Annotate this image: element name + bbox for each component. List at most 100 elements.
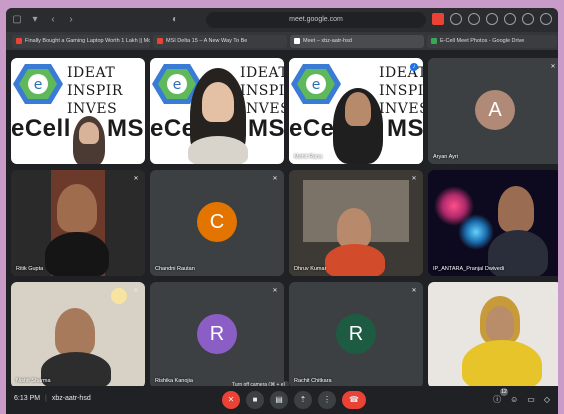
- logo-letter: e: [312, 77, 321, 93]
- download-icon[interactable]: [486, 13, 498, 25]
- logo-word: IDEAT: [67, 65, 116, 81]
- avatar: R: [336, 314, 376, 354]
- participant-name: Nishit Sharma: [16, 378, 51, 384]
- avatar: A: [475, 90, 515, 130]
- participant-grid: e IDEAT INSPIR INVES eCell MSIT e IDEAT …: [6, 50, 558, 388]
- ecell-logo-icon: e: [291, 64, 341, 104]
- participant-name: Ritik Gupta: [16, 266, 44, 272]
- participant-tile[interactable]: Nishit Sharma ✕: [11, 282, 145, 388]
- participant-name: Rachit Chitkara: [294, 378, 332, 384]
- participant-tile[interactable]: IP_ANTARA_Pranjal Dwivedi: [428, 170, 558, 276]
- mic-off-icon: ✕: [411, 288, 417, 294]
- tabs-overview-icon[interactable]: [540, 13, 552, 25]
- activities-icon[interactable]: ◇: [544, 395, 550, 405]
- tab-meet[interactable]: Meet – xbz-aatr-hsd: [290, 34, 424, 48]
- present-icon[interactable]: ⇡: [294, 391, 312, 409]
- logo-msit: MSIT: [387, 115, 423, 142]
- face: [202, 82, 234, 122]
- tab-strip: Finally Bought a Gaming Laptop Worth 1 L…: [6, 32, 558, 50]
- face: [498, 186, 534, 232]
- tab-label: Meet – xbz-aatr-hsd: [303, 37, 352, 44]
- mic-off-icon: ✕: [550, 288, 556, 294]
- mic-off-icon: ✕: [550, 64, 556, 70]
- chevron-down-icon[interactable]: ▾: [28, 13, 42, 27]
- mic-off-icon: ✕: [133, 288, 139, 294]
- mic-off-icon: ✕: [272, 288, 278, 294]
- logo-word: INSPIR: [379, 83, 423, 99]
- browser-window: ▢ ▾ ‹ › ◐ meet.google.com Finally Bought…: [6, 8, 558, 414]
- clock-time: 6:13 PM: [14, 395, 41, 402]
- avatar: R: [197, 314, 237, 354]
- logo-ecell: eCell: [11, 115, 71, 142]
- info-icon[interactable]: ⓘ: [493, 395, 501, 405]
- meet-icon: [294, 38, 300, 44]
- mic-off-icon: ✕: [133, 176, 139, 182]
- youtube-icon: [16, 38, 22, 44]
- participant-name: Chandni Rautan: [155, 266, 195, 272]
- copy-icon[interactable]: [504, 13, 516, 25]
- new-tab-icon[interactable]: [522, 13, 534, 25]
- url-field[interactable]: meet.google.com: [206, 12, 426, 28]
- logo-word: IDEAT: [240, 65, 284, 81]
- participant-tile[interactable]: R Rishika Kanojia ✕: [150, 282, 284, 388]
- logo-msit: MSIT: [248, 115, 284, 142]
- refresh-icon[interactable]: [450, 13, 462, 25]
- tab-label: Finally Bought a Gaming Laptop Worth 1 L…: [25, 37, 150, 44]
- mic-off-icon: ✕: [272, 176, 278, 182]
- participant-name: IP_ANTARA_Pranjal Dwivedi: [433, 266, 505, 272]
- participant-name: Dhruv Kumar: [294, 266, 327, 272]
- face: [55, 308, 95, 356]
- camera-icon[interactable]: ■: [246, 391, 264, 409]
- participant-tile[interactable]: Ritik Gupta ✕: [11, 170, 145, 276]
- lamp-background: [111, 288, 127, 304]
- face: [486, 306, 514, 340]
- participant-tile[interactable]: e IDEAT INSPIR INVES eCell MSIT: [11, 58, 145, 164]
- tab-label: MSI Delta 15 – A New Way To Be: [166, 37, 248, 44]
- mic-off-icon[interactable]: ✕: [222, 391, 240, 409]
- clothing: [45, 232, 109, 276]
- toolbar-icons: [432, 13, 552, 25]
- face: [57, 184, 97, 232]
- avatar: C: [197, 202, 237, 242]
- ecell-logo-icon: e: [13, 64, 63, 104]
- tab-drive[interactable]: E-Cell Meet Photos - Google Drive: [427, 34, 557, 48]
- participant-tile[interactable]: Dhruv Kumar ✕: [289, 170, 423, 276]
- participant-tile[interactable]: A Aryan Ayri ✕: [428, 58, 558, 164]
- tab-msi-delta[interactable]: MSI Delta 15 – A New Way To Be: [153, 34, 287, 48]
- participant-tile[interactable]: C Chandni Rautan ✕: [150, 170, 284, 276]
- drive-icon: [431, 38, 437, 44]
- meeting-info: 6:13 PM | xbz-aatr-hsd: [14, 395, 91, 402]
- face: [345, 92, 371, 126]
- participant-tile[interactable]: ✕: [428, 282, 558, 388]
- participant-tile[interactable]: R Rachit Chitkara ✕: [289, 282, 423, 388]
- sidebar-icon[interactable]: ▢: [10, 13, 24, 27]
- shield-icon[interactable]: ◐: [168, 13, 182, 27]
- speaking-icon: ♪: [410, 63, 418, 71]
- participant-name: Mohit Rana: [294, 154, 323, 160]
- captions-icon[interactable]: ▤: [270, 391, 288, 409]
- end-call-button[interactable]: ☎: [342, 391, 366, 409]
- separator: |: [45, 395, 47, 402]
- recording-icon[interactable]: [432, 13, 444, 25]
- chat-icon[interactable]: ▭: [527, 395, 535, 405]
- logo-letter: e: [173, 77, 182, 93]
- participant-tile[interactable]: e IDEAT INSPIR INVES eCell MSIT: [150, 58, 284, 164]
- face: [79, 122, 99, 144]
- participant-name: Rishika Kanojia: [155, 378, 193, 384]
- logo-letter: e: [34, 77, 43, 93]
- clothing: [325, 244, 385, 276]
- share-icon[interactable]: [468, 13, 480, 25]
- meeting-code: xbz-aatr-hsd: [51, 395, 91, 402]
- tab-youtube-laptop[interactable]: Finally Bought a Gaming Laptop Worth 1 L…: [12, 34, 150, 48]
- clothing: [41, 352, 111, 388]
- people-icon[interactable]: ☺: [510, 395, 518, 405]
- back-icon[interactable]: ‹: [46, 13, 60, 27]
- forward-icon[interactable]: ›: [64, 13, 78, 27]
- call-controls: ✕ ■ ▤ ⇡ ⋮ ☎: [222, 391, 366, 409]
- logo-word: INSPIR: [67, 83, 123, 99]
- side-controls: ⓘ ☺ ▭ ◇: [493, 395, 550, 405]
- logo-word: INSPIR: [240, 83, 284, 99]
- msi-icon: [157, 38, 163, 44]
- participant-tile-speaking[interactable]: e IDEAT INSPIR INVES eCell MSIT Mohit Ra…: [289, 58, 423, 164]
- more-options-icon[interactable]: ⋮: [318, 391, 336, 409]
